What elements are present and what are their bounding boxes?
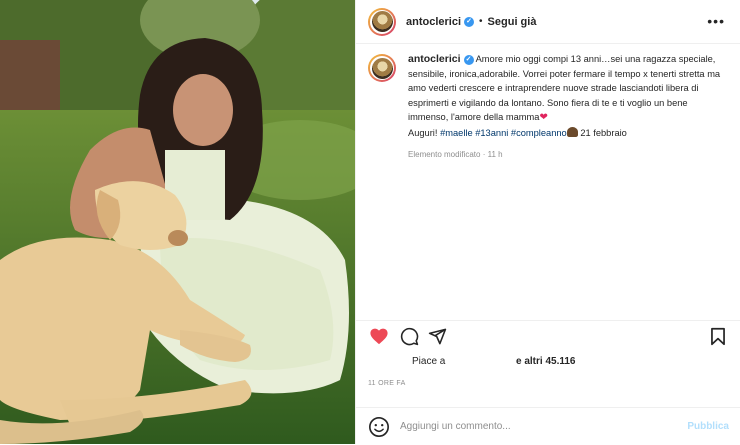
caption-text-block: antoclerici ✓ Amore mio oggi compi 13 ann… (408, 52, 728, 140)
caption-edited-meta: Elemento modificato · 11 h (408, 150, 503, 159)
publish-button[interactable]: Pubblica (687, 421, 729, 432)
post-side-panel: antoclerici ✓ • Segui già ••• antocleric… (355, 0, 740, 444)
red-heart-emoji-icon: ❤ (539, 112, 548, 123)
comments-area: antoclerici ✓ Amore mio oggi compi 13 ann… (356, 52, 740, 159)
post-time[interactable]: 11 ORE FA (368, 380, 406, 387)
post-actions: Piace a e altri 45.116 11 ORE FA Pubblic… (356, 320, 740, 444)
caption-username[interactable]: antoclerici (408, 53, 461, 65)
action-icons-row (368, 325, 729, 351)
emoji-icon[interactable] (368, 416, 390, 438)
caption-date: 21 febbraio (580, 127, 627, 138)
comment-input[interactable] (400, 421, 670, 432)
hashtag-compleanno[interactable]: #compleanno (511, 128, 567, 138)
verified-icon: ✓ (463, 54, 474, 65)
photo-girl-with-dog (0, 0, 355, 444)
comment-icon[interactable] (398, 325, 420, 347)
post-caption: antoclerici ✓ Amore mio oggi compi 13 ann… (368, 52, 729, 159)
verified-icon: ✓ (464, 16, 475, 27)
author-username[interactable]: antoclerici (406, 16, 461, 28)
post-header: antoclerici ✓ • Segui già ••• (356, 0, 740, 44)
hashtag-13anni[interactable]: #13anni (475, 128, 508, 138)
separator-dot: • (479, 16, 483, 27)
author-avatar[interactable] (368, 7, 396, 36)
save-icon[interactable] (707, 325, 729, 347)
instagram-post: antoclerici ✓ • Segui già ••• antocleric… (0, 0, 740, 444)
cake-emoji-icon (566, 126, 578, 137)
more-icon[interactable]: ••• (707, 14, 725, 28)
likes-prefix: Piace a (412, 356, 446, 367)
add-comment-bar: Pubblica (356, 407, 740, 445)
likes-count[interactable]: e altri 45.116 (516, 356, 576, 367)
hashtag-maelle[interactable]: #maelle (440, 128, 473, 138)
share-icon[interactable] (426, 325, 448, 347)
caption-greeting: Auguri! (408, 127, 438, 138)
heart-icon[interactable] (368, 325, 390, 347)
follow-status-button[interactable]: Segui già (488, 16, 537, 28)
caption-avatar[interactable] (368, 54, 396, 82)
post-photo[interactable] (0, 0, 355, 444)
